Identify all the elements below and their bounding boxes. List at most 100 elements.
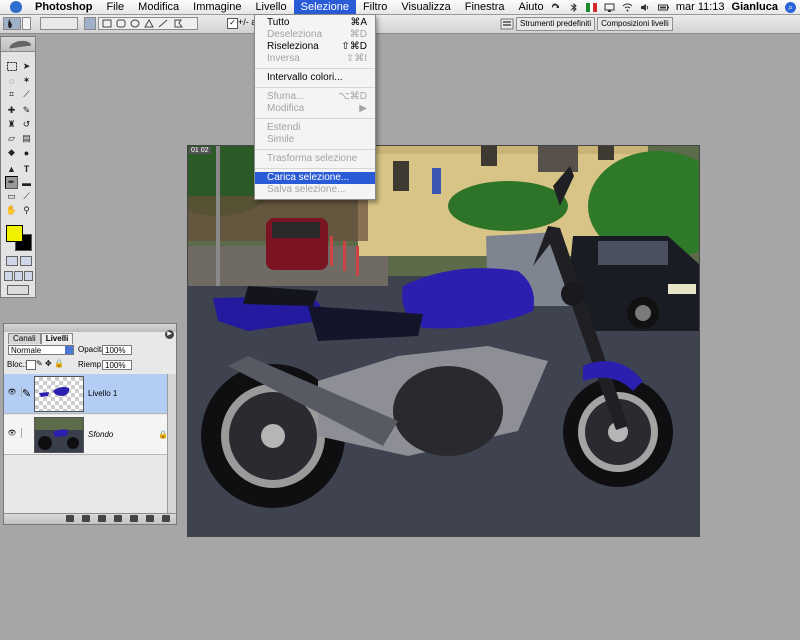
toolbox-header[interactable] (1, 37, 35, 52)
layer-name[interactable]: Livello 1 (88, 389, 117, 398)
layer-brush-link-icon[interactable]: ✎ (21, 387, 31, 400)
pen-tool-icon[interactable]: ✒ (5, 176, 18, 189)
menu-app-photoshop[interactable]: Photoshop (28, 0, 99, 14)
lock-transparent-pixels-icon[interactable] (26, 360, 36, 370)
layers-scrollbar[interactable] (167, 374, 176, 514)
menubar-clock[interactable]: mar 11:13 (676, 1, 725, 13)
volume-icon[interactable] (640, 3, 651, 12)
bluetooth-icon[interactable] (568, 2, 579, 12)
jump-to-imageready-icon[interactable] (7, 285, 29, 295)
menu-item-tutto[interactable]: Tutto ⌘A (255, 17, 375, 29)
tool-preset-arrow[interactable] (22, 17, 31, 30)
wifi-icon[interactable] (622, 3, 633, 12)
menu-filtro[interactable]: Filtro (356, 0, 394, 14)
eraser-tool-icon[interactable]: ▱ (5, 132, 18, 145)
menu-item-deseleziona[interactable]: Deseleziona ⌘D (255, 29, 375, 41)
layer-visibility-eye-icon[interactable]: 👁 (7, 429, 17, 437)
type-tool-icon[interactable]: T (20, 162, 33, 175)
new-adjustment-layer-icon[interactable] (114, 515, 122, 522)
lasso-tool-icon[interactable]: ◌ (5, 74, 18, 87)
lock-image-pixels-icon[interactable]: ✎ (36, 359, 43, 368)
notes-tool-icon[interactable]: ▭ (5, 190, 18, 203)
auto-add-delete-checkbox[interactable]: ✓ (227, 18, 238, 29)
menu-item-estendi[interactable]: Estendi (255, 122, 375, 134)
fill-field[interactable]: 100% (102, 360, 132, 370)
menu-item-modifica[interactable]: Modifica ▶ (255, 103, 375, 115)
apple-menu-icon[interactable] (10, 1, 22, 13)
path-mode-group[interactable] (40, 17, 78, 30)
menu-modifica[interactable]: Modifica (131, 0, 186, 14)
adobe-feather-icon[interactable] (8, 39, 32, 49)
tool-preset-picker[interactable] (3, 17, 21, 30)
gradient-tool-icon[interactable]: ▤ (20, 132, 33, 145)
menu-item-trasforma-selezione[interactable]: Trasforma selezione (255, 153, 375, 165)
menu-finestra[interactable]: Finestra (458, 0, 512, 14)
healing-brush-icon[interactable]: ✚ (5, 104, 18, 117)
lock-position-icon[interactable]: ✥ (45, 359, 52, 368)
clone-stamp-icon[interactable]: ♜ (5, 118, 18, 131)
layer-visibility-eye-icon[interactable]: 👁 (7, 388, 17, 396)
menu-item-riseleziona[interactable]: Riseleziona ⇧⌘D (255, 41, 375, 53)
display-icon[interactable] (604, 3, 615, 12)
sync-icon[interactable] (550, 2, 561, 12)
move-tool-icon[interactable]: ➤ (20, 60, 33, 73)
language-flag-icon[interactable] (585, 2, 597, 12)
menu-selezione[interactable]: Selezione (293, 0, 356, 14)
dodge-tool-icon[interactable]: ● (20, 146, 33, 159)
palette-tab-layer-comps[interactable]: Composizioni livelli (597, 17, 673, 31)
crop-tool-icon[interactable]: ⌗ (5, 88, 18, 101)
menu-file[interactable]: File (99, 0, 131, 14)
trash-icon[interactable] (162, 515, 170, 522)
quick-mask-mode-icon[interactable] (20, 256, 32, 266)
layer-link-slot[interactable] (21, 428, 30, 438)
menu-item-carica-selezione[interactable]: Carica selezione... (255, 172, 375, 184)
blend-mode-select[interactable]: Normale (8, 345, 74, 355)
hand-tool-icon[interactable]: ✋ (5, 204, 18, 217)
link-layers-icon[interactable] (66, 515, 74, 522)
menu-item-intervallo-colori[interactable]: Intervallo colori... (255, 72, 375, 84)
layer-row-sfondo[interactable]: 👁 Sfondo 🔒 (4, 415, 172, 455)
menu-visualizza[interactable]: Visualizza (394, 0, 457, 14)
menu-item-salva-selezione[interactable]: Salva selezione... (255, 184, 375, 196)
opacity-field[interactable]: 100% (102, 345, 132, 355)
shape-tool-icon[interactable]: ▬ (20, 176, 33, 189)
screen-mode-standard-icon[interactable] (4, 271, 13, 281)
layer-row-livello-1[interactable]: 👁 ✎ Livello 1 (4, 374, 172, 414)
menu-item-simile[interactable]: Simile (255, 134, 375, 146)
file-browser-icon[interactable] (500, 18, 514, 30)
eyedropper-icon[interactable]: ⟋ (20, 190, 33, 203)
menu-item-sfuma[interactable]: Sfuma... ⌥⌘D (255, 91, 375, 103)
zoom-tool-icon[interactable]: ⚲ (20, 204, 33, 217)
battery-icon[interactable] (657, 3, 669, 12)
slice-tool-icon[interactable]: ⟋ (20, 88, 33, 101)
image-document-window[interactable]: 01 02 (187, 145, 700, 537)
add-mask-icon[interactable] (98, 515, 106, 522)
layer-name[interactable]: Sfondo (88, 430, 113, 439)
menubar-user[interactable]: Gianluca (732, 1, 778, 13)
tab-livelli[interactable]: Livelli (40, 333, 74, 344)
blur-tool-icon[interactable]: ◆ (5, 146, 18, 159)
screen-mode-full-menu-icon[interactable] (14, 271, 23, 281)
brush-tool-icon[interactable]: ✎ (20, 104, 33, 117)
standard-mode-icon[interactable] (6, 256, 18, 266)
history-brush-icon[interactable]: ↺ (20, 118, 33, 131)
menu-item-inversa[interactable]: Inversa ⇧⌘I (255, 53, 375, 65)
magic-wand-icon[interactable]: ✶ (20, 74, 33, 87)
palette-tab-tool-presets[interactable]: Strumenti predefiniti (516, 17, 596, 31)
lock-all-icon[interactable]: 🔒 (54, 359, 64, 368)
spotlight-icon[interactable]: ⌕ (785, 1, 796, 13)
pen-mode-button[interactable] (84, 17, 96, 30)
layers-palette-titlebar[interactable] (4, 324, 176, 332)
new-layer-icon[interactable] (146, 515, 154, 522)
screen-mode-full-icon[interactable] (24, 271, 33, 281)
menu-aiuto[interactable]: Aiuto (511, 0, 550, 14)
shape-tools-group[interactable] (98, 17, 198, 30)
new-group-icon[interactable] (130, 515, 138, 522)
menu-immagine[interactable]: Immagine (186, 0, 248, 14)
tab-canali[interactable]: Canali (8, 333, 41, 344)
path-selection-icon[interactable]: ▲ (5, 162, 18, 175)
marquee-tool-icon[interactable] (5, 60, 18, 73)
menu-livello[interactable]: Livello (248, 0, 293, 14)
add-layer-style-icon[interactable] (82, 515, 90, 522)
foreground-color-swatch[interactable] (6, 225, 23, 242)
